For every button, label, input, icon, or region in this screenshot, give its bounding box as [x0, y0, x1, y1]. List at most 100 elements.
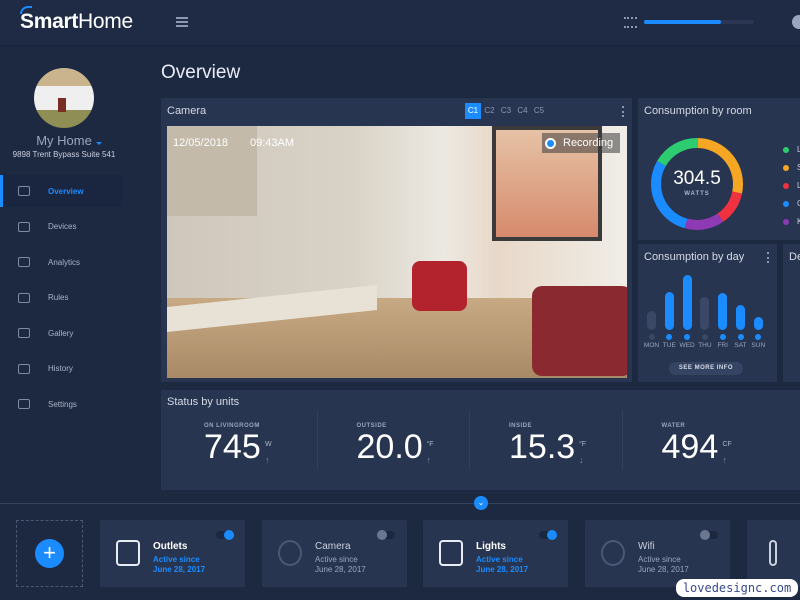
status-item: OUTSIDE 20.0 °F ↑ — [357, 423, 507, 465]
legend-item: G — [783, 199, 800, 208]
device-status: Active since June 28, 2017 — [153, 555, 206, 574]
third-panel — [783, 244, 800, 382]
hamburger-menu-icon[interactable] — [176, 17, 188, 27]
help-icon[interactable] — [792, 15, 800, 29]
home-name[interactable]: My Home — [0, 133, 128, 148]
day-label: TUE — [662, 342, 676, 349]
home-dropdown-caret-icon[interactable] — [96, 142, 102, 148]
bar-mon[interactable] — [647, 311, 656, 330]
day-label: SUN — [751, 342, 766, 349]
device-name: Lights — [476, 541, 506, 552]
home-avatar[interactable] — [34, 68, 94, 128]
legend-item: L — [783, 181, 800, 190]
sidebar-item-devices[interactable]: Devices — [0, 211, 122, 243]
donut-total: 304.5 — [673, 168, 721, 189]
history-icon — [18, 363, 30, 374]
device-card-outlets[interactable]: Outlets Active since June 28, 2017 — [100, 520, 245, 587]
status-value: 15.3 — [509, 428, 576, 466]
legend-dot — [783, 218, 789, 225]
device-card-camera[interactable]: Camera Active since June 28, 2017 — [262, 520, 407, 587]
expand-chevron-icon[interactable]: ⌄ — [474, 496, 488, 510]
device-toggle[interactable] — [377, 530, 395, 540]
analytics-icon — [18, 257, 30, 267]
device-card-thermostat[interactable] — [747, 520, 800, 587]
bar-thu[interactable] — [700, 297, 710, 330]
sidebar-item-label: Overview — [48, 186, 84, 196]
sidebar-item-settings[interactable]: Settings — [0, 388, 122, 420]
bar-fri[interactable] — [718, 292, 728, 330]
sidebar-item-history[interactable]: History — [0, 353, 122, 385]
camera-feed[interactable] — [167, 126, 627, 378]
recording-badge[interactable]: Recording — [542, 133, 620, 153]
legend-dot — [783, 146, 789, 153]
channel-tab-c3[interactable]: C3 — [498, 103, 514, 119]
device-status: Active since June 28, 2017 — [638, 555, 689, 574]
sidebar-item-analytics[interactable]: Analytics — [0, 246, 122, 278]
camera-more-icon[interactable] — [622, 106, 625, 117]
bar-dot-mon — [648, 334, 655, 340]
donut-unit: WATTS — [684, 191, 710, 197]
channel-tab-c4[interactable]: C4 — [515, 103, 531, 119]
bar-sun[interactable] — [753, 316, 763, 330]
channel-tab-c2[interactable]: C2 — [482, 103, 498, 119]
status-value: 494 — [661, 428, 719, 466]
outlet-icon — [116, 540, 140, 566]
bar-dot-thu — [701, 334, 708, 340]
bar-wed[interactable] — [682, 275, 692, 330]
trend-arrow-icon: ↑ — [265, 455, 270, 465]
legend-item: K — [783, 217, 800, 226]
device-name: Wifi — [638, 541, 655, 552]
webcam-icon — [278, 540, 302, 566]
sidebar-item-gallery[interactable]: Gallery — [0, 317, 122, 349]
day-label: MON — [643, 342, 660, 349]
list-icon[interactable] — [624, 17, 637, 28]
consumption-day-more-icon[interactable] — [767, 252, 770, 263]
devices-icon — [18, 221, 30, 232]
device-toggle[interactable] — [539, 530, 557, 540]
donut-slice-4 — [684, 213, 724, 230]
legend-item: L — [783, 145, 800, 154]
sidebar-item-label: Analytics — [48, 257, 81, 267]
status-separator — [621, 410, 623, 470]
status-value: 20.0 — [356, 428, 423, 466]
device-toggle[interactable] — [700, 530, 718, 540]
status-unit: °F — [579, 441, 587, 448]
trend-arrow-icon: ↑ — [722, 455, 728, 465]
status-title: Status by units — [167, 396, 240, 408]
device-card-wifi[interactable]: Wifi Active since June 28, 2017 — [585, 520, 730, 587]
camera-date: 12/05/2018 — [173, 137, 229, 149]
bar-sat[interactable] — [736, 304, 745, 330]
channel-tab-c1[interactable]: C1 — [465, 103, 481, 119]
device-name: Outlets — [153, 541, 188, 552]
sidebar-item-label: Rules — [48, 293, 69, 302]
day-label: FRI — [717, 342, 728, 349]
device-name: Camera — [315, 541, 351, 552]
device-status: Active since June 28, 2017 — [476, 555, 529, 574]
consumption-room-title: Consumption by room — [644, 105, 752, 117]
consumption-day-title: Consumption by day — [644, 251, 745, 263]
device-toggle[interactable] — [216, 530, 234, 540]
add-device-button[interactable]: + — [35, 539, 64, 568]
see-more-info-button[interactable]: SEE MORE INFO — [669, 362, 743, 375]
trend-arrow-icon: ↓ — [579, 455, 584, 465]
page-title: Overview — [161, 62, 241, 83]
sidebar-item-rules[interactable]: Rules — [0, 282, 122, 314]
wifi-icon — [601, 540, 625, 566]
logo[interactable]: SmartHome — [20, 10, 133, 34]
legend-item: S — [783, 163, 800, 172]
camera-time: 09:43AM — [250, 137, 295, 149]
home-address: 9898 Trent Bypass Suite 541 — [12, 150, 116, 159]
device-card-lights[interactable]: Lights Active since June 28, 2017 — [423, 520, 568, 587]
day-label: THU — [698, 342, 712, 349]
sidebar-item-label: Devices — [48, 222, 77, 231]
sidebar-item-overview[interactable]: Overview — [0, 175, 122, 207]
bar-tue[interactable] — [664, 291, 674, 330]
status-unit: CF — [722, 441, 732, 448]
lightbulb-icon — [439, 540, 463, 566]
third-panel-title: De — [789, 251, 800, 263]
divider — [0, 503, 800, 504]
progress-fill — [644, 20, 721, 24]
watermark: lovedesignc.com — [676, 579, 798, 597]
channel-tab-c5[interactable]: C5 — [531, 103, 547, 119]
sidebar-item-label: Gallery — [48, 328, 74, 338]
